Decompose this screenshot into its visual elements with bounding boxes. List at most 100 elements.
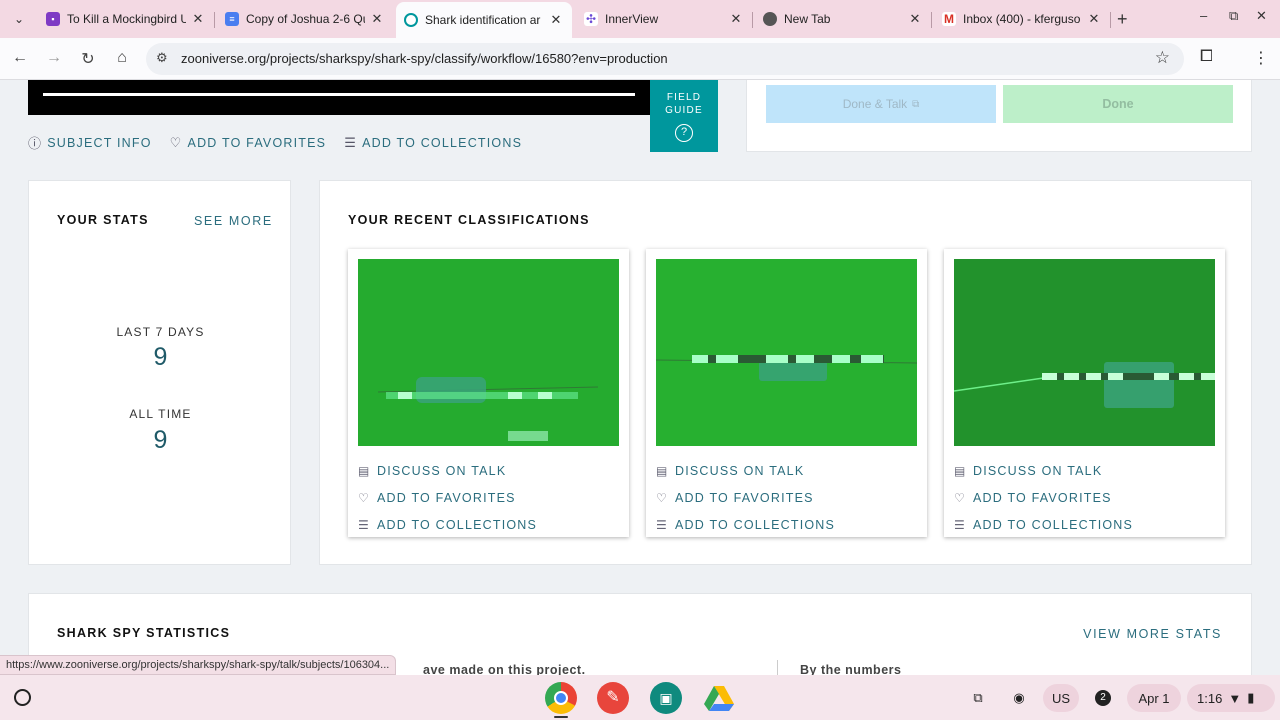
date-pill[interactable]: Apr 1 [1127,684,1181,712]
subject-thumbnail[interactable] [656,259,917,446]
divider [777,660,778,675]
all-time-value: 9 [153,426,168,454]
back-icon[interactable]: ← [10,49,30,67]
last-7-days-value: 9 [153,343,168,371]
close-icon[interactable]: ✕ [728,11,744,27]
subject-actions: ▤ DISCUSS ON TALK ♡ ADD TO FAVORITES ☰ ADD … [358,457,537,538]
innerview-icon: ✣ [584,12,598,26]
add-to-collections-link[interactable]: ☰ ADD TO COLLECTIONS [344,133,522,152]
discuss-on-talk-link[interactable]: ▤ DISCUSS ON TALK [358,457,537,484]
subject-info-link[interactable]: ⓘ SUBJECT INFO [28,133,152,152]
subject-video-controls[interactable] [28,80,651,115]
recent-subject-card: ▤ DISCUSS ON TALK ♡ ADD TO FAVORITES ☰ ADD … [348,249,629,537]
chrome-app-icon[interactable] [545,682,577,714]
discuss-on-talk-link[interactable]: ▤ DISCUSS ON TALK [954,457,1133,484]
recent-heading: YOUR RECENT CLASSIFICATIONS [348,213,590,227]
tab-shark-identification[interactable]: Shark identification ar ✕ [396,2,572,38]
close-icon[interactable]: ✕ [369,11,385,27]
close-icon[interactable]: ✕ [548,12,564,28]
list-icon: ☰ [954,517,966,532]
last-7-days-label: LAST 7 DAYS [116,325,205,339]
your-stats-card: YOUR STATS SEE MORE LAST 7 DAYS 9 ALL TI… [28,180,291,565]
comment-icon: ▤ [358,463,371,478]
chromeos-shelf: ✎ ▣ ⧉ ◉ US 2 Apr 1 1:16 ▼ ▮ [0,675,1280,720]
tab-search-chevron-icon[interactable]: ⌄ [8,8,30,30]
external-link-icon: ⧉ [912,98,920,110]
tab-inbox[interactable]: M Inbox (400) - kferguso ✕ [942,6,1102,32]
docs-icon: ≡ [225,12,239,26]
discuss-on-talk-link[interactable]: ▤ DISCUSS ON TALK [656,457,835,484]
classroom-app-icon[interactable]: ▣ [650,682,682,714]
subject-thumbnail[interactable] [954,259,1215,446]
view-more-stats-link[interactable]: VIEW MORE STATS [1083,627,1222,641]
subject-links: ⓘ SUBJECT INFO ♡ ADD TO FAVORITES ☰ ADD … [28,133,522,152]
running-indicator [554,716,568,718]
field-guide-button[interactable]: FIELD GUIDE ? [650,80,718,152]
heart-icon: ♡ [954,490,966,505]
see-more-link[interactable]: SEE MORE [194,214,273,228]
address-bar[interactable]: ⚙ zooniverse.org/projects/sharkspy/shark… [146,43,1184,75]
gmail-icon: M [942,12,956,26]
add-to-favorites-link[interactable]: ♡ ADD TO FAVORITES [954,484,1133,511]
forward-icon[interactable]: → [44,49,64,67]
subject-actions: ▤ DISCUSS ON TALK ♡ ADD TO FAVORITES ☰ ADD … [656,457,835,538]
classroom-icon: ▪ [46,12,60,26]
close-icon[interactable]: ✕ [1086,11,1102,27]
status-area[interactable]: 1:16 ▼ ▮ [1187,684,1275,712]
add-to-collections-link[interactable]: ☰ ADD TO COLLECTIONS [954,511,1133,538]
screen-capture-icon[interactable]: ⧉ [965,684,991,712]
media-controls-icon[interactable]: ◉ [1006,684,1032,712]
page-viewport: FIELD GUIDE ? ⓘ SUBJECT INFO ♡ ADD TO FA… [0,80,1280,675]
reload-icon[interactable]: ↻ [78,49,98,69]
comment-icon: ▤ [656,463,669,478]
close-window-icon[interactable]: ✕ [1256,8,1267,24]
home-icon[interactable]: ⌂ [112,49,132,67]
info-icon: ⓘ [28,136,43,151]
tab-new-tab[interactable]: New Tab ✕ [763,6,923,32]
drive-app-icon[interactable] [703,682,735,714]
heart-icon: ♡ [169,134,183,150]
notification-count[interactable]: 2 [1093,684,1113,712]
list-icon: ☰ [656,517,668,532]
status-bar-url: https://www.zooniverse.org/projects/shar… [0,655,397,675]
add-to-favorites-link[interactable]: ♡ ADD TO FAVORITES [358,484,537,511]
help-icon: ? [675,124,693,142]
done-button[interactable]: Done [1003,85,1233,123]
tab-divider [931,12,932,28]
shark-spy-heading: SHARK SPY STATISTICS [57,626,231,640]
add-to-favorites-link[interactable]: ♡ ADD TO FAVORITES [170,133,327,152]
recent-classifications-card: YOUR RECENT CLASSIFICATIONS ▤ DISCUSS ON … [319,180,1252,565]
new-tab-icon[interactable]: + [1117,9,1128,30]
heart-icon: ♡ [656,490,668,505]
canvas-app-icon[interactable]: ✎ [597,682,629,714]
tab-divider [752,12,753,28]
minimize-icon[interactable]: – [1200,8,1207,23]
add-to-collections-link[interactable]: ☰ ADD TO COLLECTIONS [358,511,537,538]
site-settings-icon[interactable]: ⚙ [156,50,168,66]
list-icon: ☰ [358,517,370,532]
tab-divider [1110,12,1111,28]
launcher-icon[interactable] [14,689,31,706]
add-to-favorites-link[interactable]: ♡ ADD TO FAVORITES [656,484,835,511]
tab-joshua[interactable]: ≡ Copy of Joshua 2-6 Qu ✕ [225,6,385,32]
restore-icon[interactable]: ⧉ [1229,8,1238,24]
comment-icon: ▤ [954,463,967,478]
more-menu-icon[interactable]: ⋮ [1253,48,1269,68]
done-and-talk-button[interactable]: Done & Talk ⧉ [766,85,996,123]
tab-divider [214,12,215,28]
subject-thumbnail[interactable] [358,259,619,446]
extensions-icon[interactable]: ⧠ [1200,48,1213,66]
video-progress-bar[interactable] [43,93,635,96]
close-icon[interactable]: ✕ [907,11,923,27]
bookmark-star-icon[interactable]: ☆ [1155,48,1170,68]
add-to-collections-link[interactable]: ☰ ADD TO COLLECTIONS [656,511,835,538]
heart-icon: ♡ [358,490,370,505]
tab-mockingbird[interactable]: ▪ To Kill a Mockingbird U ✕ [46,6,206,32]
subject-actions: ▤ DISCUSS ON TALK ♡ ADD TO FAVORITES ☰ ADD … [954,457,1133,538]
by-the-numbers-heading: By the numbers [800,663,902,675]
tab-innerview[interactable]: ✣ InnerView ✕ [584,6,744,32]
url-text[interactable]: zooniverse.org/projects/sharkspy/shark-s… [181,51,668,66]
keyboard-layout-indicator[interactable]: US [1043,684,1079,712]
list-icon: ☰ [344,134,358,150]
close-icon[interactable]: ✕ [190,11,206,27]
